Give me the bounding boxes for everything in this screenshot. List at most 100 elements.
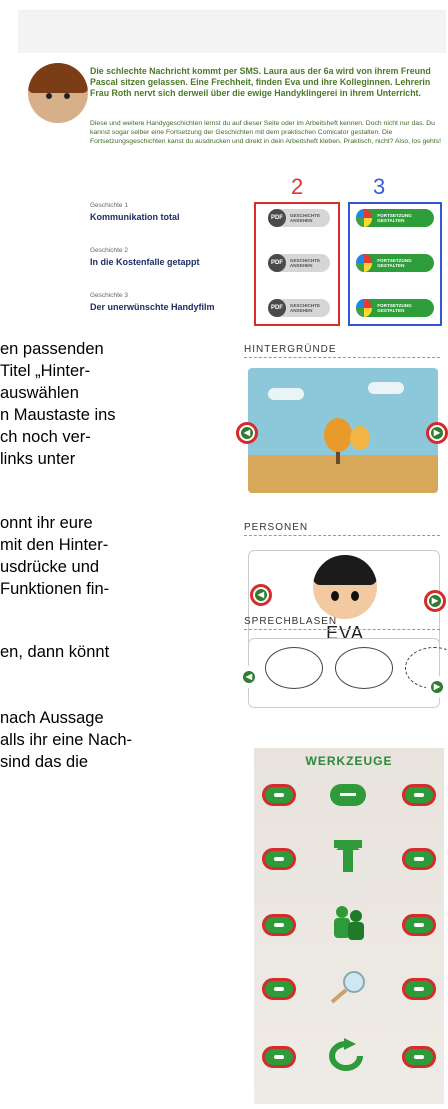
continue-story-3-button[interactable]: FORTSETZUNG GESTALTEN bbox=[356, 299, 434, 317]
tool-zoom-out-button[interactable] bbox=[262, 978, 296, 1000]
body-line: sind das die bbox=[0, 753, 89, 771]
story-title[interactable]: Der unerwünschte Handyfilm bbox=[90, 302, 250, 312]
body-line: nach Aussage bbox=[0, 709, 104, 727]
bubble-next-button[interactable]: ▶ bbox=[426, 676, 448, 698]
speech-bubble-preview bbox=[248, 638, 448, 708]
person-next-button[interactable]: ▶ bbox=[424, 590, 446, 612]
button-label: GESCHICHTE ANSEHEN bbox=[289, 258, 321, 268]
body-line: links unter bbox=[0, 450, 76, 468]
body-line: Funktionen fin- bbox=[0, 580, 110, 598]
tool-decrease-button[interactable] bbox=[262, 784, 296, 806]
body-line: alls ihr eine Nach- bbox=[0, 731, 133, 749]
story-3: Geschichte 3 Der unerwünschte Handyfilm bbox=[90, 292, 250, 312]
continue-story-2-button[interactable]: FORTSETZUNG GESTALTEN bbox=[356, 254, 434, 272]
tool-row-text bbox=[254, 776, 444, 816]
body-line: usdrücke und bbox=[0, 558, 100, 576]
plus-icon bbox=[414, 987, 424, 991]
story-1: Geschichte 1 Kommunikation total bbox=[90, 202, 250, 222]
person-prev-button[interactable]: ◀ bbox=[250, 584, 272, 606]
comicator-icon bbox=[356, 254, 373, 272]
arrow-right-icon: ▶ bbox=[431, 681, 443, 693]
tool-rotate-left-button[interactable] bbox=[262, 1046, 296, 1068]
tool-row-forward bbox=[254, 840, 444, 880]
intro-text: Diese und weitere Handygeschichten lerns… bbox=[90, 120, 441, 145]
plus-icon bbox=[414, 1055, 424, 1059]
comicator-icon bbox=[356, 209, 373, 227]
person-preview: EVA bbox=[248, 550, 440, 650]
story-caption: Geschichte 3 bbox=[90, 292, 128, 299]
marker-2: 2 bbox=[291, 174, 304, 199]
tool-layer-down-button[interactable] bbox=[262, 914, 296, 936]
story-caption: Geschichte 2 bbox=[90, 247, 128, 254]
body-line: mit den Hinter- bbox=[0, 536, 109, 554]
tool-row-rotate bbox=[254, 1038, 444, 1078]
tools-panel: WERKZEUGE bbox=[254, 748, 444, 1104]
minus-icon bbox=[274, 793, 284, 797]
text-size-icon bbox=[326, 778, 370, 812]
body-line: en passenden bbox=[0, 340, 104, 358]
tool-backward-button[interactable] bbox=[262, 848, 296, 870]
arrow-left-icon: ◀ bbox=[255, 589, 267, 601]
plus-icon bbox=[414, 923, 424, 927]
pdf-icon: PDF bbox=[268, 254, 286, 272]
pdf-icon: PDF bbox=[268, 209, 286, 227]
background-prev-button[interactable]: ◀ bbox=[236, 422, 258, 444]
rotate-icon bbox=[326, 1038, 370, 1072]
body-line: ch noch ver- bbox=[0, 428, 91, 446]
section-tools: WERKZEUGE bbox=[305, 754, 393, 768]
tool-increase-button[interactable] bbox=[402, 784, 436, 806]
button-label: GESCHICHTE ANSEHEN bbox=[289, 213, 321, 223]
arrow-right-icon: ▶ bbox=[429, 595, 441, 607]
arrow-left-icon: ◀ bbox=[243, 671, 255, 683]
minus-icon bbox=[274, 1055, 284, 1059]
plus-icon bbox=[414, 857, 424, 861]
layers-people-icon bbox=[326, 904, 370, 940]
button-label: FORTSETZUNG GESTALTEN bbox=[377, 213, 412, 223]
laura-avatar bbox=[28, 63, 88, 123]
tool-zoom-in-button[interactable] bbox=[402, 978, 436, 1000]
story-title[interactable]: In die Kostenfalle getappt bbox=[90, 257, 250, 267]
view-story-1-pdf-button[interactable]: PDF GESCHICHTE ANSEHEN bbox=[268, 209, 330, 227]
speech-bubble-oval-icon[interactable] bbox=[335, 647, 393, 689]
pdf-icon: PDF bbox=[268, 299, 286, 317]
background-preview bbox=[248, 368, 438, 493]
button-label: GESCHICHTE ANSEHEN bbox=[289, 303, 321, 313]
body-line: onnt ihr eure bbox=[0, 514, 93, 532]
section-persons: PERSONEN bbox=[244, 522, 440, 536]
story-2: Geschichte 2 In die Kostenfalle getappt bbox=[90, 247, 250, 267]
body-line: Titel „Hinter- bbox=[0, 362, 91, 380]
view-story-3-pdf-button[interactable]: PDF GESCHICHTE ANSEHEN bbox=[268, 299, 330, 317]
marker-3: 3 bbox=[373, 174, 386, 199]
plus-icon bbox=[414, 793, 424, 797]
button-label: FORTSETZUNG GESTALTEN bbox=[377, 303, 412, 313]
story-title[interactable]: Kommunikation total bbox=[90, 212, 250, 222]
speech-bubble-oval-icon[interactable] bbox=[265, 647, 323, 689]
magnifier-icon bbox=[326, 968, 370, 1004]
button-label: FORTSETZUNG GESTALTEN bbox=[377, 258, 412, 268]
comicator-icon bbox=[356, 299, 373, 317]
story-panel: Die schlechte Nachricht kommt per SMS. L… bbox=[18, 10, 446, 326]
arrow-left-icon: ◀ bbox=[241, 427, 253, 439]
body-line: n Maustaste ins bbox=[0, 406, 116, 424]
minus-icon bbox=[274, 857, 284, 861]
story-caption: Geschichte 1 bbox=[90, 202, 128, 209]
tool-layer-up-button[interactable] bbox=[402, 914, 436, 936]
minus-icon bbox=[274, 987, 284, 991]
body-line: en, dann könnt bbox=[0, 643, 110, 661]
bring-forward-icon bbox=[326, 836, 370, 872]
section-speech-bubbles: SPRECHBLASEN bbox=[244, 616, 440, 630]
tool-forward-button[interactable] bbox=[402, 848, 436, 870]
view-story-2-pdf-button[interactable]: PDF GESCHICHTE ANSEHEN bbox=[268, 254, 330, 272]
header-bar bbox=[18, 11, 446, 53]
eva-avatar bbox=[313, 555, 377, 619]
bubble-prev-button[interactable]: ◀ bbox=[238, 666, 260, 688]
tool-row-zoom bbox=[254, 970, 444, 1010]
background-next-button[interactable]: ▶ bbox=[426, 422, 448, 444]
body-line: auswählen bbox=[0, 384, 79, 402]
continue-story-1-button[interactable]: FORTSETZUNG GESTALTEN bbox=[356, 209, 434, 227]
minus-icon bbox=[274, 923, 284, 927]
tool-row-layers bbox=[254, 906, 444, 946]
tool-rotate-right-button[interactable] bbox=[402, 1046, 436, 1068]
arrow-right-icon: ▶ bbox=[431, 427, 443, 439]
section-backgrounds: HINTERGRÜNDE bbox=[244, 344, 440, 358]
